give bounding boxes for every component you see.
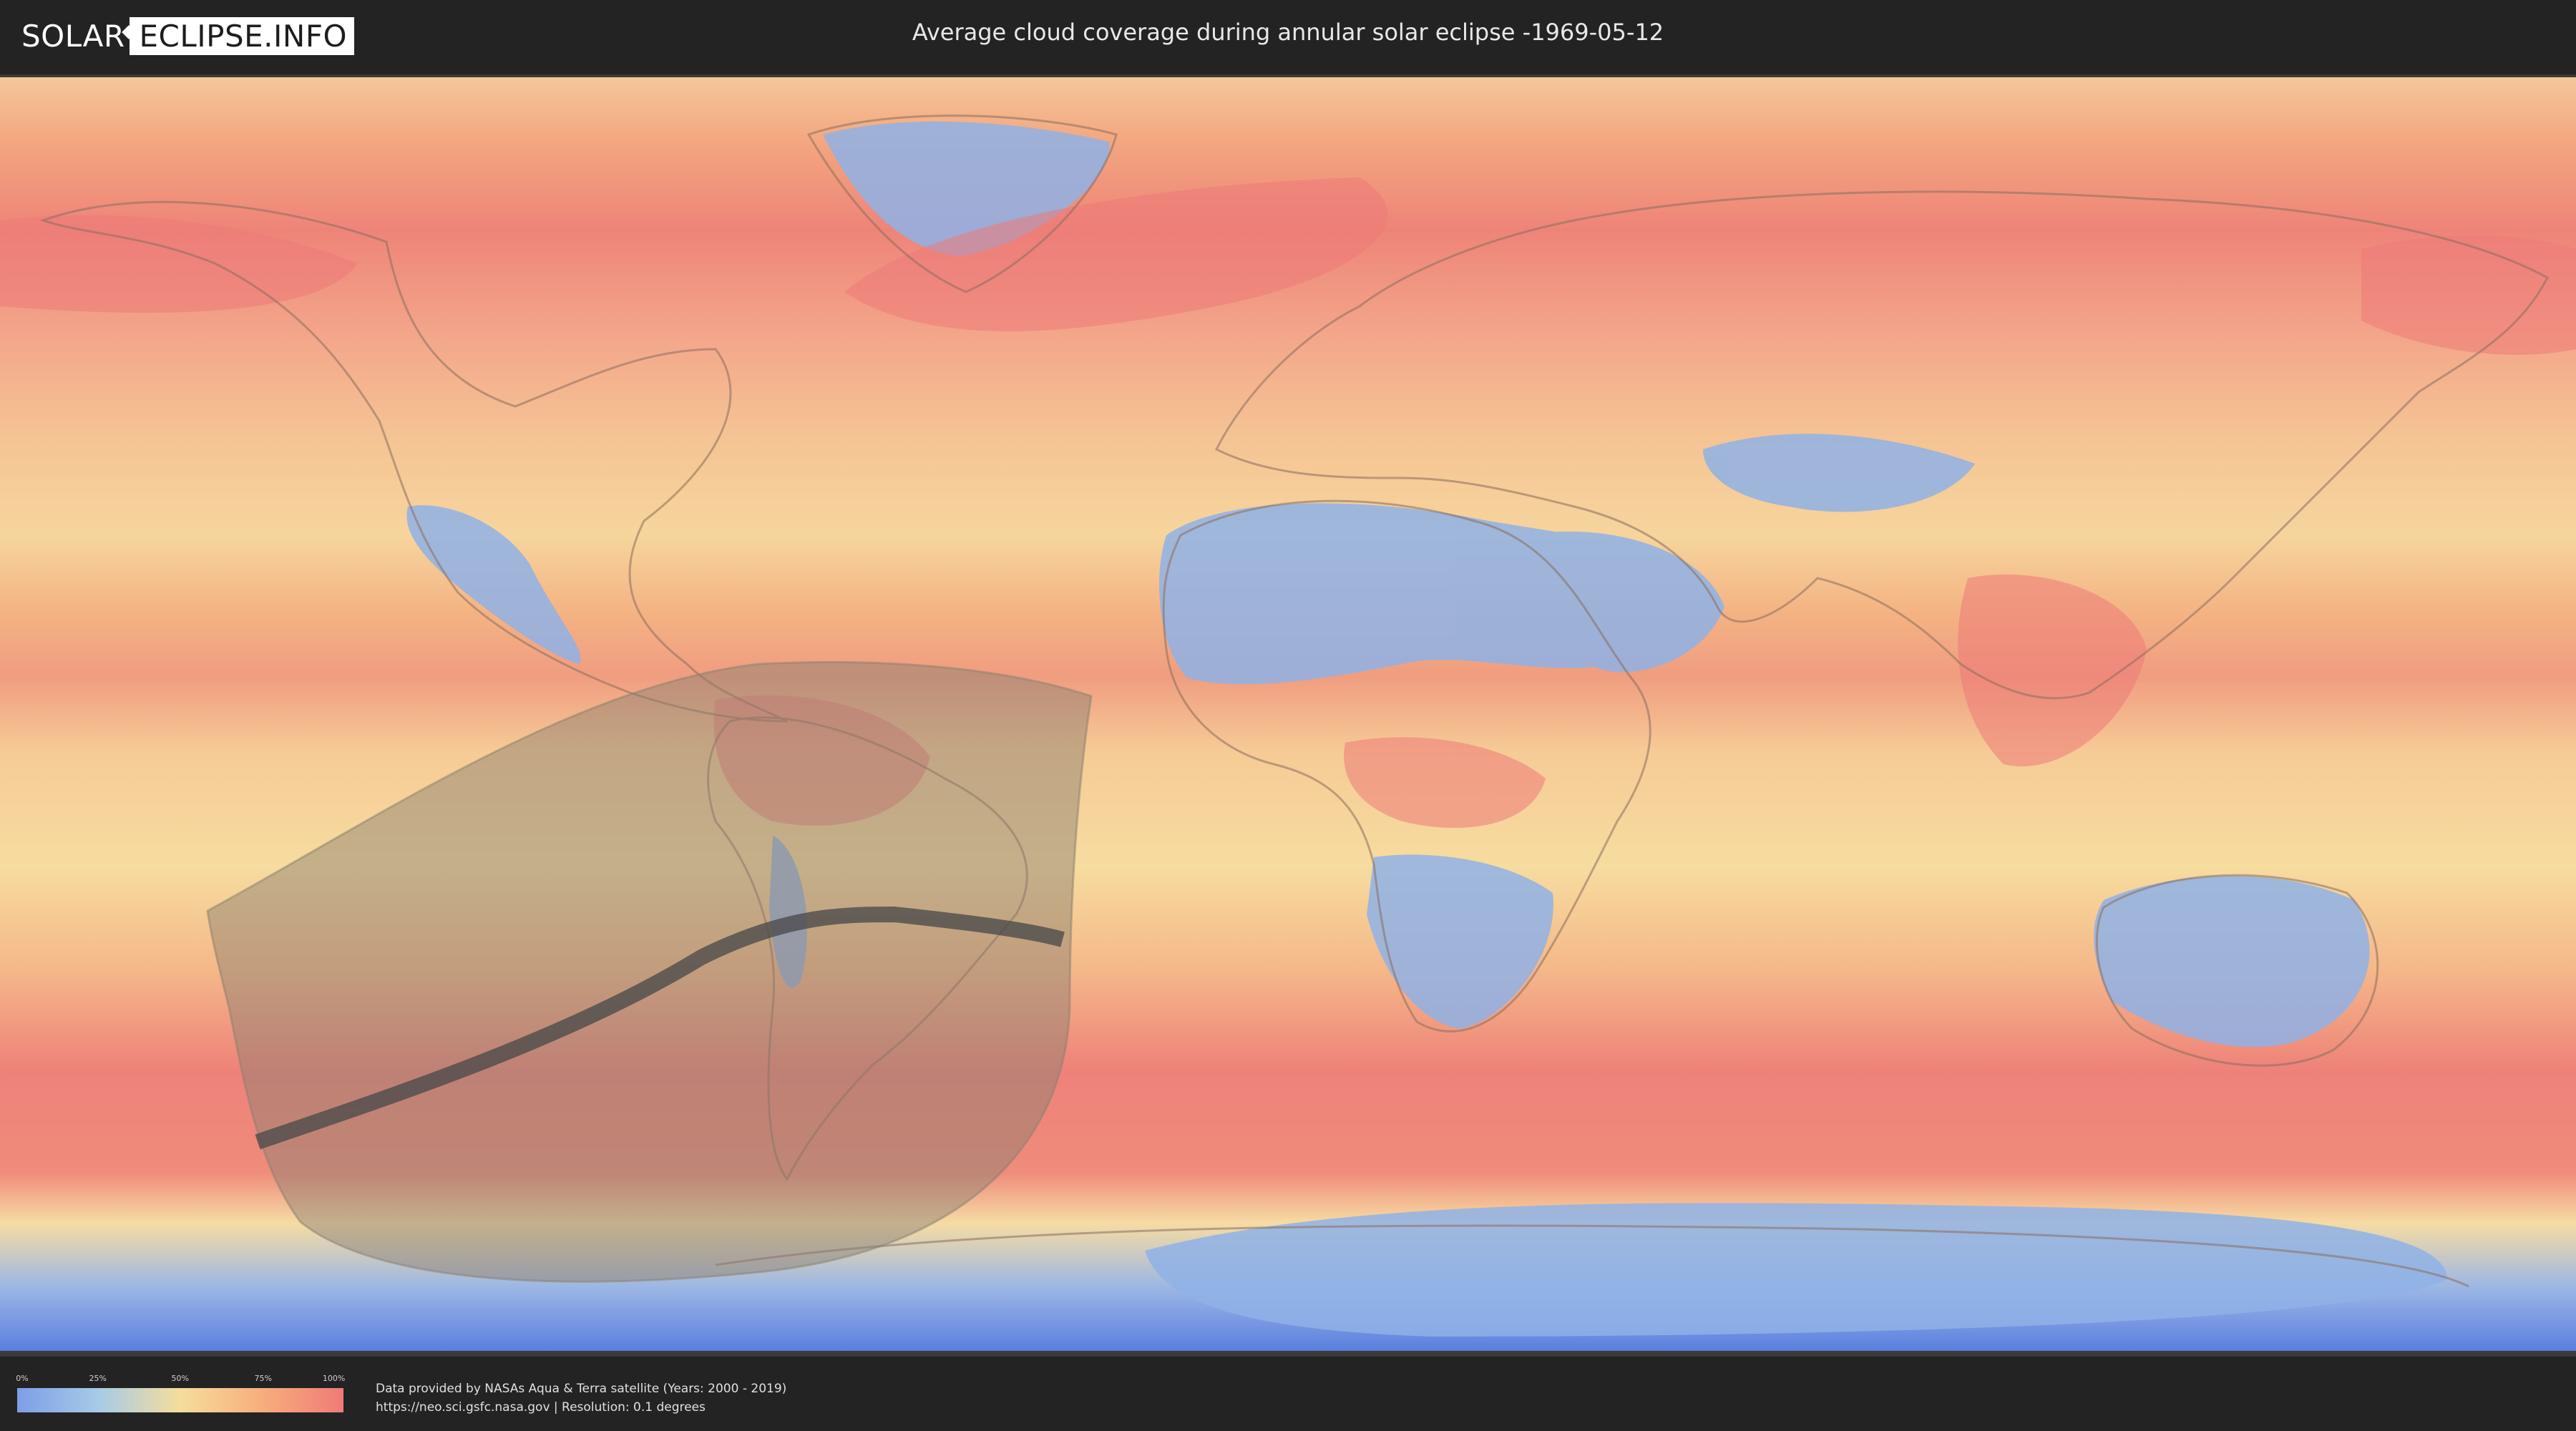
- page-title: Average cloud coverage during annular so…: [912, 19, 1664, 46]
- data-credits: Data provided by NASAs Aqua & Terra sate…: [376, 1379, 786, 1417]
- cloud-coverage-legend: 0% 25% 50% 75% 100%: [16, 1374, 346, 1412]
- cloud-coverage-map[interactable]: [0, 77, 2576, 1351]
- legend-ticks: 0% 25% 50% 75% 100%: [16, 1374, 346, 1384]
- header-bar: SOLAR ECLIPSE.INFO Average cloud coverag…: [0, 0, 2576, 72]
- legend-tick-0: 0%: [16, 1374, 29, 1383]
- legend-tick-50: 50%: [171, 1374, 190, 1383]
- credits-line-url[interactable]: https://neo.sci.gsfc.nasa.gov | Resoluti…: [376, 1398, 786, 1417]
- credits-line-source: Data provided by NASAs Aqua & Terra sate…: [376, 1382, 787, 1396]
- footer-bar: 0% 25% 50% 75% 100% Data provided by NAS…: [0, 1358, 2576, 1431]
- legend-color-bar: [17, 1388, 343, 1412]
- legend-tick-75: 75%: [254, 1374, 273, 1383]
- legend-tick-25: 25%: [89, 1374, 107, 1383]
- legend-tick-100: 100%: [322, 1374, 346, 1383]
